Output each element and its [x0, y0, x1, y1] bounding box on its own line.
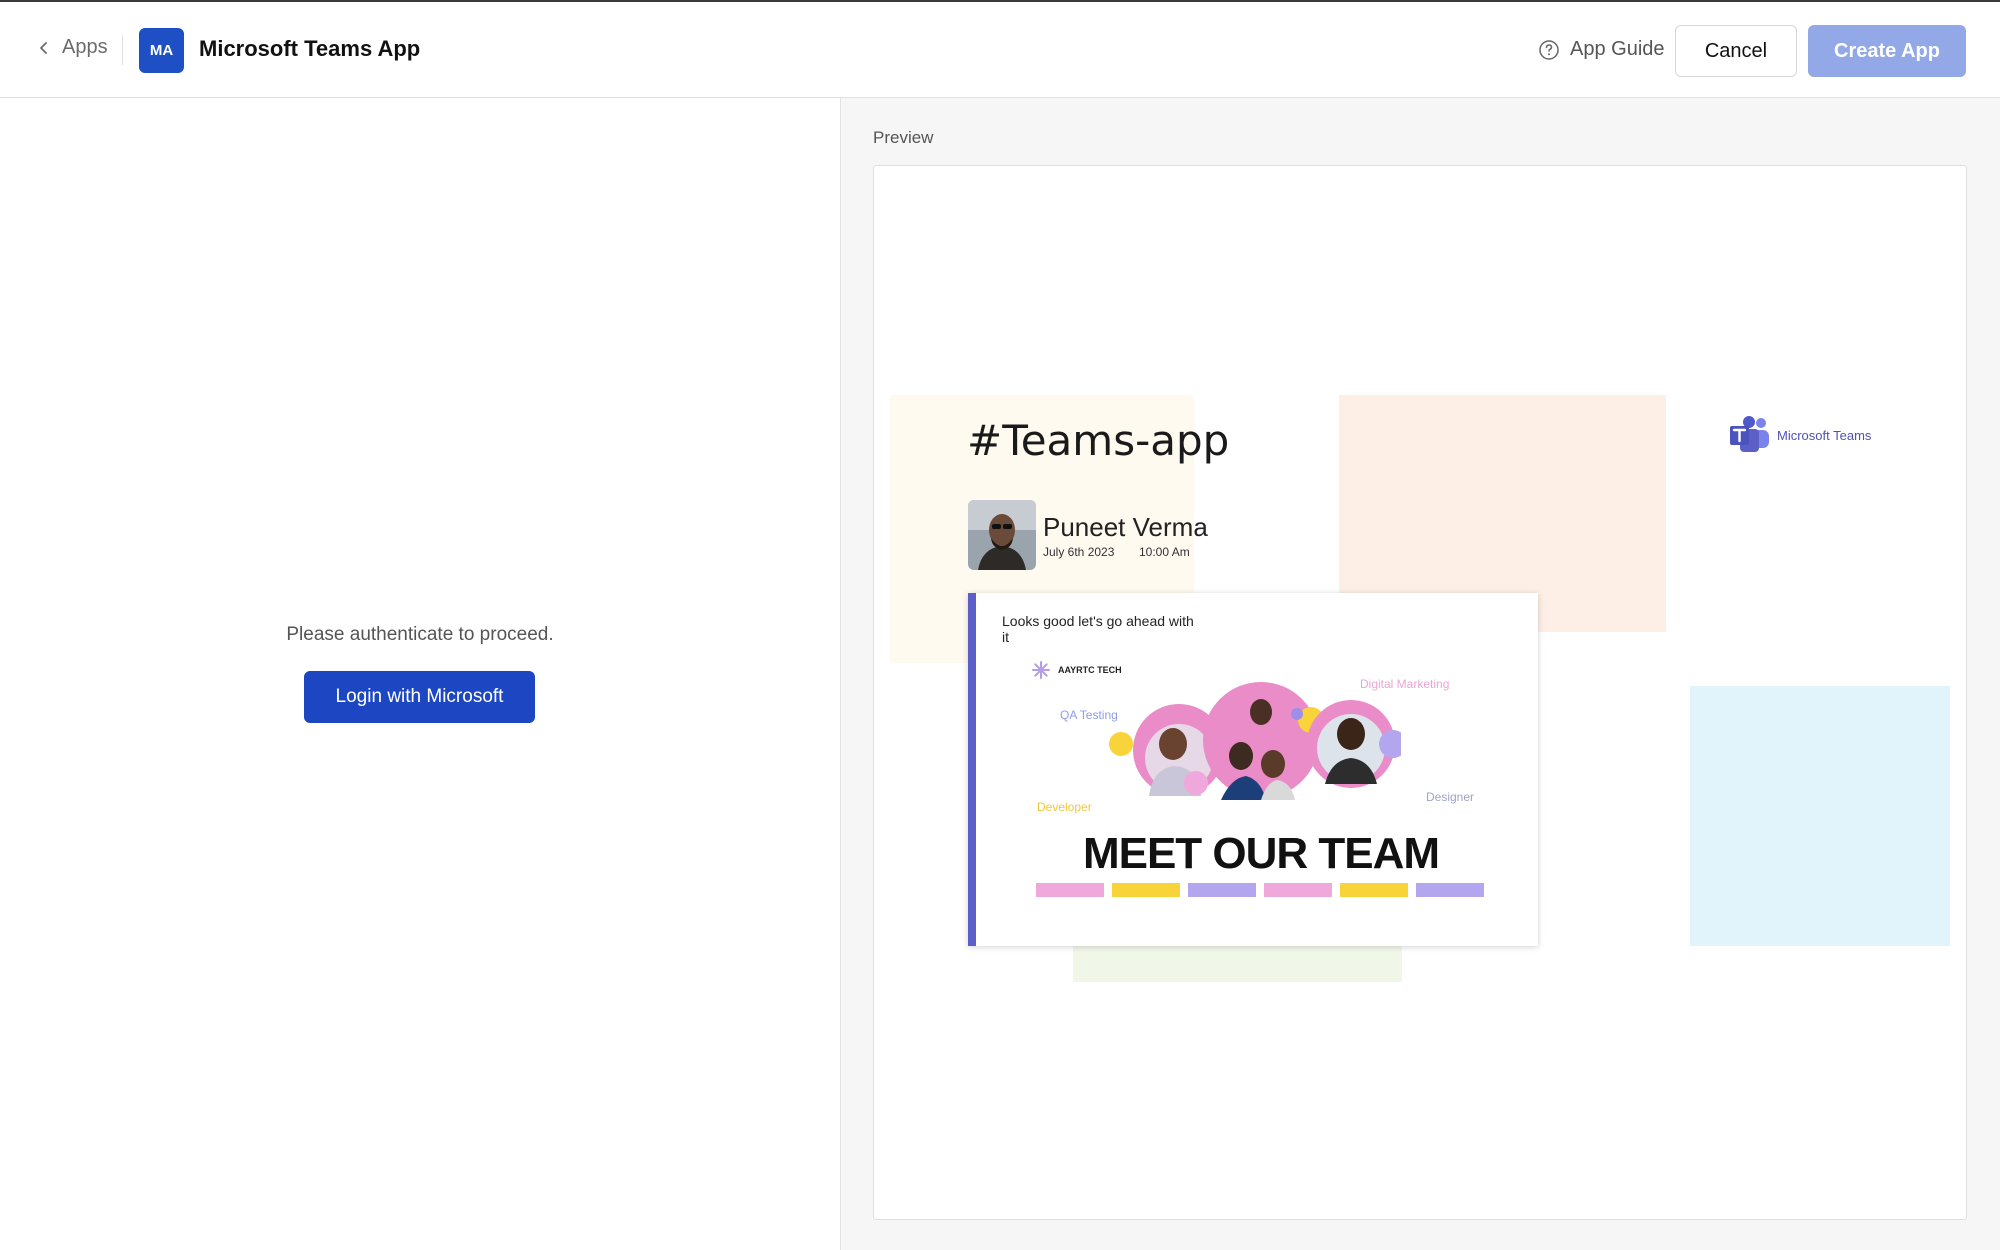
card-message: Looks good let's go ahead with it — [1002, 613, 1194, 645]
team-photo-collage — [1109, 682, 1401, 800]
header-divider — [122, 35, 123, 65]
top-bar: Apps MA Microsoft Teams App App Guide Ca… — [0, 0, 2000, 98]
app-guide-link[interactable]: App Guide — [1538, 38, 1665, 61]
message-card: Looks good let's go ahead with it AAYRTC… — [968, 593, 1538, 946]
channel-name: #Teams-app — [967, 416, 1230, 465]
page-title: Microsoft Teams App — [199, 36, 421, 61]
help-circle-icon — [1539, 39, 1559, 60]
avatar — [968, 500, 1036, 570]
microsoft-teams-logo: Microsoft Teams — [1729, 416, 1871, 454]
config-pane: Please authenticate to proceed. Login wi… — [0, 98, 840, 1250]
cancel-button[interactable]: Cancel — [1675, 25, 1797, 77]
back-to-apps-link[interactable]: Apps — [36, 36, 108, 59]
color-bar — [1036, 883, 1104, 897]
auth-message: Please authenticate to proceed. — [286, 624, 554, 645]
role-designer: Designer — [1426, 790, 1475, 804]
app-guide-label: App Guide — [1570, 38, 1665, 60]
color-bar — [1264, 883, 1332, 897]
back-label: Apps — [62, 36, 108, 58]
color-bar — [1340, 883, 1408, 897]
preview-frame: Microsoft Teams #Teams-app Puneet Verma … — [873, 165, 1967, 1220]
color-bars — [1036, 883, 1484, 897]
teams-logo-text: Microsoft Teams — [1777, 427, 1872, 443]
post-time: 10:00 Am — [1139, 545, 1190, 559]
app-badge: MA — [139, 28, 184, 73]
color-bar — [1112, 883, 1180, 897]
brand-mark: AAYRTC TECH — [1032, 661, 1122, 679]
teams-icon — [1730, 416, 1769, 452]
login-with-microsoft-button[interactable]: Login with Microsoft — [304, 671, 535, 723]
preview-pane: Preview Microsoft Teams #Teams-app Punee… — [841, 98, 2000, 1250]
post-date: July 6th 2023 — [1043, 545, 1115, 559]
decor-block-blue — [1690, 686, 1950, 946]
brand-star-icon — [1032, 661, 1050, 679]
role-developer: Developer — [1037, 800, 1092, 814]
color-bar — [1188, 883, 1256, 897]
chevron-left-icon — [40, 41, 47, 54]
color-bar — [1416, 883, 1484, 897]
preview-label: Preview — [873, 128, 934, 147]
poster-name: Puneet Verma — [1043, 512, 1208, 542]
card-headline: MEET OUR TEAM — [1082, 829, 1440, 878]
create-app-button[interactable]: Create App — [1808, 25, 1966, 77]
brand-name: AAYRTC TECH — [1058, 665, 1122, 675]
